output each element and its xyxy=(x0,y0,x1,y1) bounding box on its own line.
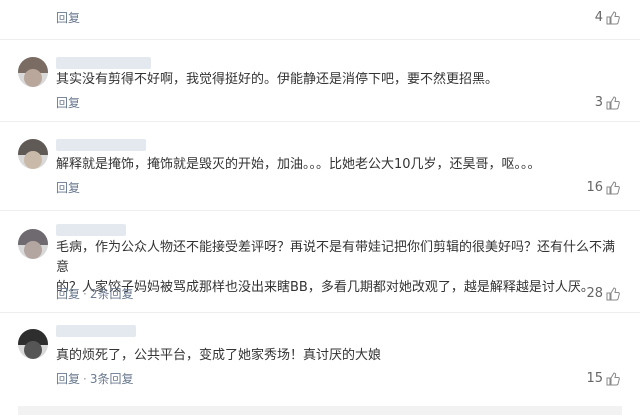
thumbs-up-icon xyxy=(606,287,620,301)
view-replies-link[interactable]: 2条回复 xyxy=(90,287,134,301)
comment-item: 解释就是掩饰，掩饰就是毁灭的开始，加油。。。比她老公大10几岁，还昊哥，呕。。。… xyxy=(0,122,640,204)
thumbs-up-icon xyxy=(606,372,620,386)
comment-text: 毛病，作为公众人物还不能接受差评呀？再说不是有带娃记把你们剪辑的很美好吗？还有什… xyxy=(56,238,616,298)
bottom-bar xyxy=(18,406,622,415)
comment-item: 毛病，作为公众人物还不能接受差评呀？再说不是有带娃记把你们剪辑的很美好吗？还有什… xyxy=(0,211,640,311)
comment-item: 其实没有剪得不好啊，我觉得挺好的。伊能静还是消停下吧，要不然更招黑。 回复 3 xyxy=(0,40,640,122)
comment-actions: 回复 xyxy=(56,180,80,196)
comment-actions: 回复 · 3条回复 xyxy=(56,372,134,386)
thumbs-up-icon xyxy=(606,96,620,110)
comment-text-line: 的？人家饺子妈妈被骂成那样也没出来瞎BB，多看几期都对她改观了，越是解释越是讨人… xyxy=(56,280,594,295)
avatar[interactable] xyxy=(18,57,48,87)
like-count: 15 xyxy=(586,371,603,386)
username[interactable] xyxy=(56,139,146,151)
comment-item: 真的烦死了，公共平台，变成了她家秀场！真讨厌的大娘 回复 · 3条回复 15 xyxy=(0,313,640,405)
username[interactable] xyxy=(56,325,136,337)
comment-text: 真的烦死了，公共平台，变成了她家秀场！真讨厌的大娘 xyxy=(56,348,382,363)
reply-button[interactable]: 回复 xyxy=(56,181,80,195)
like-count: 28 xyxy=(586,286,603,301)
avatar[interactable] xyxy=(18,329,48,359)
comment-text: 其实没有剪得不好啊，我觉得挺好的。伊能静还是消停下吧，要不然更招黑。 xyxy=(56,72,499,87)
like-count: 3 xyxy=(594,95,603,110)
thumbs-up-icon xyxy=(606,181,620,195)
comment-actions: 回复 · 2条回复 xyxy=(56,287,134,301)
reply-button[interactable]: 回复 xyxy=(56,287,80,301)
thumbs-up-icon xyxy=(606,11,620,25)
like-button[interactable]: 28 xyxy=(586,286,620,302)
comment-actions: 回复 xyxy=(56,10,80,26)
like-button[interactable]: 15 xyxy=(586,371,620,387)
comment-item: 回复 4 xyxy=(0,0,640,40)
username[interactable] xyxy=(56,57,151,69)
like-button[interactable]: 3 xyxy=(595,95,620,111)
view-replies-link[interactable]: 3条回复 xyxy=(90,372,134,386)
like-button[interactable]: 16 xyxy=(586,180,620,196)
comment-text-line: 毛病，作为公众人物还不能接受差评呀？再说不是有带娃记把你们剪辑的很美好吗？还有什… xyxy=(56,240,616,275)
comment-text: 解释就是掩饰，掩饰就是毁灭的开始，加油。。。比她老公大10几岁，还昊哥，呕。。。 xyxy=(56,157,541,172)
like-count: 16 xyxy=(586,180,603,195)
like-count: 4 xyxy=(594,10,603,25)
reply-button[interactable]: 回复 xyxy=(56,372,80,386)
like-button[interactable]: 4 xyxy=(595,10,620,26)
reply-button[interactable]: 回复 xyxy=(56,11,80,25)
username[interactable] xyxy=(56,224,126,236)
reply-button[interactable]: 回复 xyxy=(56,96,80,110)
comment-actions: 回复 xyxy=(56,95,80,111)
avatar[interactable] xyxy=(18,139,48,169)
avatar[interactable] xyxy=(18,229,48,259)
